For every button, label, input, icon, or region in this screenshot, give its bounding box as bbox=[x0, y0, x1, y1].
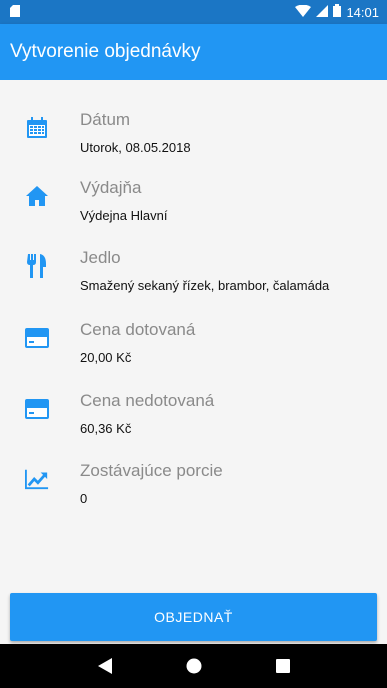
canteen-label: Výdajňa bbox=[80, 178, 142, 197]
cell-signal-icon bbox=[316, 4, 329, 20]
status-bar: 14:01 bbox=[0, 0, 387, 24]
status-indicators: 14:01 bbox=[295, 4, 379, 20]
page-title: Vytvorenie objednávky bbox=[10, 41, 201, 62]
canteen-value: Výdejna Hlavní bbox=[80, 208, 168, 223]
system-nav-bar bbox=[0, 644, 387, 688]
order-details: Dátum Utorok, 08.05.2018 Výdajňa Výdejna… bbox=[0, 80, 387, 590]
trending-up-icon bbox=[25, 467, 49, 491]
subsidized-price-label: Cena dotovaná bbox=[80, 320, 196, 339]
detail-row-subsidized-price: Cena dotovaná 20,00 Kč bbox=[0, 320, 387, 380]
remaining-portions-value: 0 bbox=[80, 491, 88, 506]
back-nav-icon[interactable] bbox=[85, 646, 125, 686]
detail-row-meal: Jedlo Smažený sekaný řízek, brambor, čal… bbox=[0, 248, 387, 308]
recents-nav-icon[interactable] bbox=[263, 646, 303, 686]
remaining-portions-label: Zostávajúce porcie bbox=[80, 461, 223, 480]
subsidized-price-value: 20,00 Kč bbox=[80, 350, 132, 365]
full-price-label: Cena nedotovaná bbox=[80, 391, 215, 410]
home-nav-icon[interactable] bbox=[174, 646, 214, 686]
wifi-icon bbox=[295, 4, 312, 20]
home-icon bbox=[25, 184, 49, 208]
detail-row-full-price: Cena nedotovaná 60,36 Kč bbox=[0, 391, 387, 451]
credit-card-icon bbox=[25, 326, 49, 350]
sd-card-icon bbox=[10, 4, 20, 20]
date-value: Utorok, 08.05.2018 bbox=[80, 140, 191, 155]
calendar-icon bbox=[25, 116, 49, 140]
detail-row-date: Dátum Utorok, 08.05.2018 bbox=[0, 110, 387, 170]
meal-label: Jedlo bbox=[80, 248, 121, 267]
fork-knife-icon bbox=[25, 254, 49, 278]
date-label: Dátum bbox=[80, 110, 131, 129]
credit-card-icon bbox=[25, 397, 49, 421]
order-button[interactable]: OBJEDNAŤ bbox=[10, 593, 377, 641]
status-time: 14:01 bbox=[346, 4, 379, 20]
meal-value: Smažený sekaný řízek, brambor, čalamáda bbox=[80, 278, 330, 293]
battery-icon bbox=[333, 4, 342, 20]
detail-row-remaining-portions: Zostávajúce porcie 0 bbox=[0, 461, 387, 521]
detail-row-canteen: Výdajňa Výdejna Hlavní bbox=[0, 178, 387, 238]
full-price-value: 60,36 Kč bbox=[80, 421, 132, 436]
app-bar: Vytvorenie objednávky bbox=[0, 24, 387, 80]
